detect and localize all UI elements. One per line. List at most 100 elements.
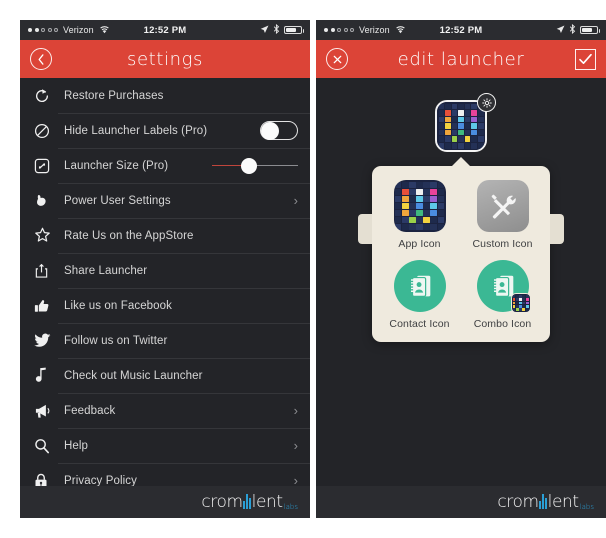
sidebar-item-power-user-settings[interactable]: Power User Settings › — [20, 183, 310, 218]
logo-text-part1: crom — [201, 492, 243, 512]
location-arrow-icon — [260, 25, 269, 36]
location-arrow-icon — [556, 25, 565, 36]
screenshot-stage: Verizon 12:52 PM settings Restore Purcha… — [0, 0, 606, 538]
music-note-icon — [34, 367, 60, 384]
sidebar-item-like-facebook[interactable]: Like us on Facebook — [20, 288, 310, 323]
app-icon-badge — [510, 293, 531, 313]
sidebar-item-label: Restore Purchases — [64, 89, 164, 102]
close-button[interactable] — [326, 48, 348, 70]
logo-suffix: labs — [579, 503, 594, 511]
battery-icon — [284, 25, 304, 35]
sidebar-item-label: Rate Us on the AppStore — [64, 229, 194, 242]
sidebar-item-launcher-size[interactable]: Launcher Size (Pro) — [20, 148, 310, 183]
muscle-arm-icon — [34, 193, 60, 209]
launcher-size-slider[interactable] — [212, 157, 298, 175]
logo-suffix: labs — [283, 503, 298, 511]
left-margin — [0, 0, 20, 538]
popup-left-tab — [358, 214, 372, 244]
logo-bars-icon — [538, 494, 548, 509]
edit-launcher-navbar: edit launcher — [316, 40, 606, 78]
popup-right-tab — [550, 214, 564, 244]
row-accessory — [260, 121, 298, 140]
contact-icon-art — [393, 260, 446, 312]
chevron-right-icon: › — [293, 438, 298, 453]
sidebar-item-restore-purchases[interactable]: Restore Purchases — [20, 78, 310, 113]
settings-phone: Verizon 12:52 PM settings Restore Purcha… — [20, 0, 310, 538]
row-accessory: › — [294, 404, 298, 417]
star-outline-icon — [34, 227, 60, 244]
checkbox-checked-icon — [575, 48, 596, 70]
sidebar-item-help[interactable]: Help › — [20, 428, 310, 463]
app-grid-tile-icon — [393, 180, 446, 232]
sidebar-item-privacy-policy[interactable]: Privacy Policy › — [20, 463, 310, 486]
battery-icon — [580, 25, 600, 35]
gear-icon[interactable] — [477, 93, 496, 112]
share-upload-icon — [34, 263, 60, 279]
sidebar-item-label: Help — [64, 439, 89, 452]
close-circle-icon — [333, 55, 342, 64]
edit-launcher-phone: Verizon 12:52 PM edit launcher App Icon … — [316, 0, 606, 538]
sidebar-item-follow-twitter[interactable]: Follow us on Twitter — [20, 323, 310, 358]
sidebar-item-label: Check out Music Launcher — [64, 369, 203, 382]
page-title: settings — [127, 48, 203, 70]
restore-refresh-icon — [34, 88, 60, 104]
option-label: Contact Icon — [389, 318, 450, 330]
cromulent-labs-logo: crom lent labs — [201, 492, 298, 512]
contact-book-icon — [393, 260, 446, 312]
option-label: Combo Icon — [473, 318, 532, 330]
thumbs-up-icon — [34, 298, 60, 314]
sidebar-item-feedback[interactable]: Feedback › — [20, 393, 310, 428]
app-grid-tiles — [437, 102, 485, 150]
hide-labels-toggle[interactable] — [260, 121, 298, 140]
row-accessory: › — [294, 474, 298, 486]
logo-bars-icon — [242, 494, 252, 509]
resize-arrows-icon — [34, 158, 60, 174]
settings-navbar: settings — [20, 40, 310, 78]
row-accessory: › — [294, 439, 298, 452]
tools-icon — [476, 180, 529, 232]
selected-launcher-icon[interactable] — [435, 93, 496, 152]
edit-launcher-footer: crom lent labs — [316, 486, 606, 518]
icon-type-popup: App Icon Custom Icon Contact Icon Combo … — [358, 157, 564, 342]
status-bar-icons — [260, 23, 304, 36]
sidebar-item-label: Power User Settings — [64, 194, 171, 207]
logo-text-part2: lent — [547, 492, 579, 512]
sidebar-item-label: Share Launcher — [64, 264, 148, 277]
option-app-icon[interactable]: App Icon — [382, 180, 457, 250]
megaphone-icon — [34, 403, 60, 419]
combo-icon-art — [476, 260, 531, 313]
chevron-left-icon — [37, 53, 45, 65]
sidebar-item-music-launcher[interactable]: Check out Music Launcher — [20, 358, 310, 393]
option-combo-icon[interactable]: Combo Icon — [465, 260, 540, 330]
chevron-right-icon: › — [293, 473, 298, 486]
confirm-button[interactable] — [575, 48, 596, 70]
sidebar-item-share-launcher[interactable]: Share Launcher — [20, 253, 310, 288]
popup-arrow — [451, 157, 471, 167]
padlock-icon — [34, 473, 60, 486]
sidebar-item-hide-launcher-labels[interactable]: Hide Launcher Labels (Pro) — [20, 113, 310, 148]
sidebar-item-rate-us[interactable]: Rate Us on the AppStore — [20, 218, 310, 253]
cromulent-labs-logo: crom lent labs — [497, 492, 594, 512]
page-title: edit launcher — [397, 48, 525, 70]
settings-screen: Verizon 12:52 PM settings Restore Purcha… — [20, 20, 310, 518]
chevron-right-icon: › — [293, 403, 298, 418]
edit-launcher-screen: Verizon 12:52 PM edit launcher App Icon … — [316, 20, 606, 518]
row-accessory — [212, 157, 298, 175]
settings-footer: crom lent labs — [20, 486, 310, 518]
row-accessory: › — [294, 194, 298, 207]
custom-icon-art — [476, 180, 529, 232]
settings-list[interactable]: Restore Purchases Hide Launcher Labels (… — [20, 78, 310, 486]
status-bar-left: Verizon 12:52 PM — [20, 20, 310, 40]
bluetooth-icon — [569, 23, 576, 36]
option-custom-icon[interactable]: Custom Icon — [465, 180, 540, 250]
edit-launcher-body: App Icon Custom Icon Contact Icon Combo … — [316, 78, 606, 486]
status-bar-right: Verizon 12:52 PM — [316, 20, 606, 40]
back-button[interactable] — [30, 48, 52, 70]
option-label: Custom Icon — [472, 238, 533, 250]
option-contact-icon[interactable]: Contact Icon — [382, 260, 457, 330]
twitter-bird-icon — [34, 333, 60, 348]
status-bar-icons — [556, 23, 600, 36]
icon-options-grid: App Icon Custom Icon Contact Icon Combo … — [382, 180, 540, 330]
sidebar-item-label: Hide Launcher Labels (Pro) — [64, 124, 208, 137]
sidebar-item-label: Privacy Policy — [64, 474, 137, 487]
